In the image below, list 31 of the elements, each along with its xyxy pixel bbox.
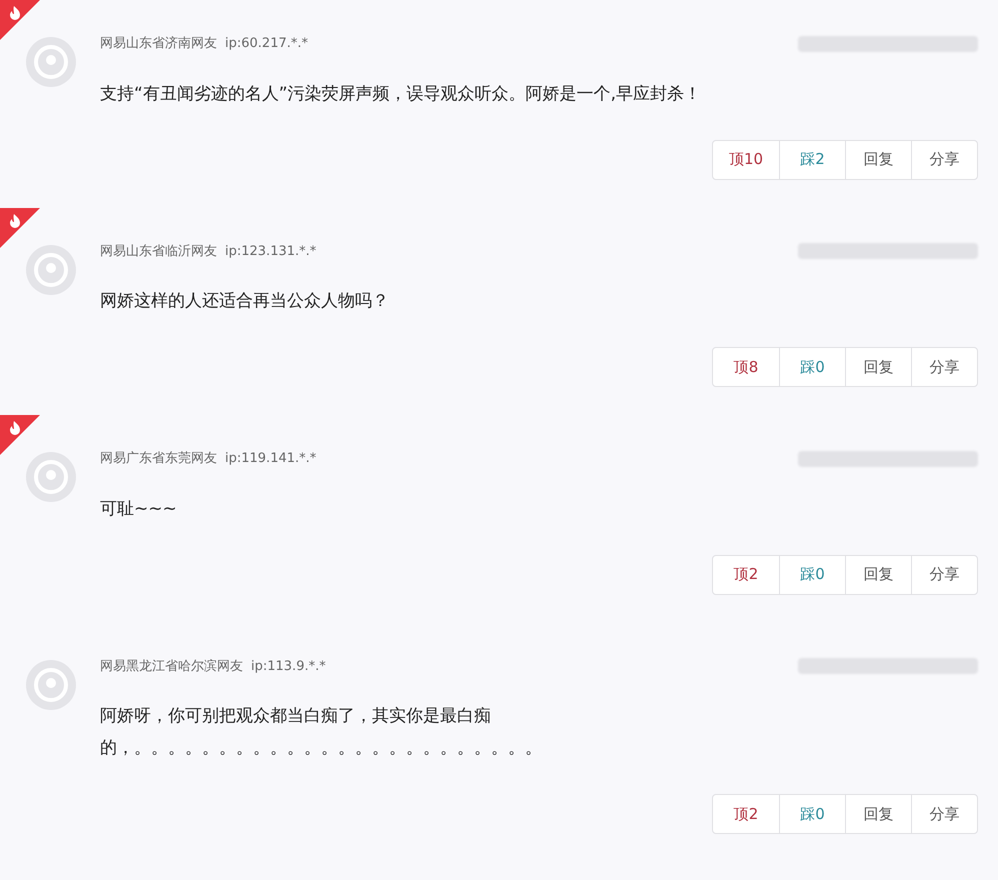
- username: 网易黑龙江省哈尔滨网友: [100, 658, 243, 676]
- upvote-button[interactable]: 顶10: [713, 140, 779, 178]
- avatar-icon: [25, 244, 77, 296]
- downvote-button[interactable]: 踩0: [779, 556, 845, 594]
- username: 网易广东省东莞网友: [100, 450, 217, 468]
- downvote-button[interactable]: 踩0: [779, 795, 845, 833]
- action-button[interactable]: 分享: [911, 795, 977, 833]
- action-button[interactable]: 回复: [845, 140, 911, 178]
- ip-address: ip:113.9.*.*: [251, 658, 326, 676]
- upvote-button[interactable]: 顶8: [713, 348, 779, 386]
- upvote-button[interactable]: 顶2: [713, 556, 779, 594]
- downvote-button[interactable]: 踩2: [779, 140, 845, 178]
- action-button[interactable]: 分享: [911, 348, 977, 386]
- comment-text: 支持“有丑闻劣迹的名人”污染荧屏声频，误导观众听众。阿娇是一个,早应封杀！: [100, 82, 702, 106]
- ip-address: ip:60.217.*.*: [225, 35, 308, 53]
- comment-text: 阿娇呀，你可别把观众都当白痴了，其实你是最白痴的，。。。。。。。。。。。。。。。。。。。。。。。。: [100, 705, 543, 760]
- upvote-button[interactable]: 顶2: [713, 795, 779, 833]
- ip-address: ip:119.141.*.*: [225, 450, 316, 468]
- comment-text: 可耻~~~: [100, 498, 178, 520]
- action-button[interactable]: 回复: [845, 795, 911, 833]
- avatar-icon: [25, 451, 77, 503]
- username: 网易山东省济南网友: [100, 35, 217, 53]
- comment-text: 网娇这样的人还适合再当公众人物吗？: [100, 290, 390, 313]
- action-button[interactable]: 分享: [911, 556, 977, 594]
- action-button[interactable]: 回复: [845, 348, 911, 386]
- avatar-icon: [25, 36, 77, 88]
- ip-address: ip:123.131.*.*: [225, 242, 316, 260]
- downvote-button[interactable]: 踩0: [779, 348, 845, 386]
- action-button[interactable]: 分享: [911, 140, 977, 178]
- username: 网易山东省临沂网友: [100, 242, 217, 260]
- action-button[interactable]: 回复: [845, 556, 911, 594]
